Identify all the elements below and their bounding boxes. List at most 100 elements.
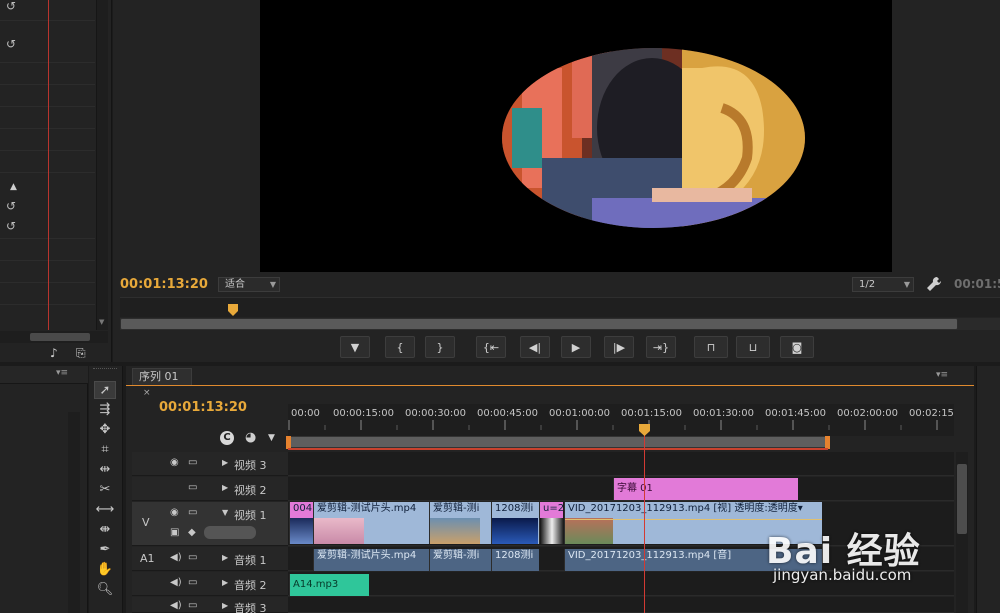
timeline-timecode[interactable]: 00:01:13:20 (159, 400, 247, 415)
ruler-label: 00:01:45:00 (765, 408, 827, 419)
speaker-icon[interactable]: ◀) (170, 577, 182, 588)
lock-icon[interactable]: ▭ (188, 600, 197, 611)
scroll-down-icon[interactable]: ▼ (99, 318, 104, 326)
zoom-select[interactable]: 适合 ▼ (218, 277, 280, 292)
snap-icon[interactable]: C (220, 431, 234, 445)
project-scrollbar[interactable] (68, 412, 80, 613)
triangle-up-icon[interactable]: ▲ (10, 182, 17, 192)
mark-in-button[interactable]: { (385, 336, 415, 358)
keyframe-nav[interactable] (204, 526, 256, 539)
razor-tool-icon[interactable]: ✂ (94, 481, 116, 499)
monitor-zoom-scrollbar[interactable] (120, 318, 958, 330)
monitor-playhead[interactable] (228, 304, 238, 316)
track-header-v1[interactable]: V ◉ ▭ ▼ 视频 1 ▣ ◆ (132, 502, 288, 546)
wrench-icon[interactable] (926, 276, 942, 292)
watermark-url: jingyan.baidu.com (773, 566, 912, 584)
resolution-select[interactable]: 1/2 ▼ (852, 277, 914, 292)
program-timecode[interactable]: 00:01:13:20 (120, 277, 208, 292)
export-frame-button[interactable]: ◙ (780, 336, 814, 358)
playhead-handle[interactable] (639, 424, 650, 436)
rate-stretch-tool-icon[interactable]: ⇹ (94, 461, 116, 479)
step-back-button[interactable]: ◀| (520, 336, 550, 358)
speaker-icon[interactable]: ◀) (170, 552, 182, 563)
slip-tool-icon[interactable]: ⟷ (94, 501, 116, 519)
undo-icon[interactable]: ↺ (6, 38, 20, 50)
expand-icon[interactable]: ▶ (222, 553, 228, 562)
pen-tool-icon[interactable]: ✒ (94, 541, 116, 559)
undo-icon[interactable]: ↺ (6, 0, 20, 12)
collapse-icon[interactable]: ▼ (222, 508, 228, 517)
close-icon[interactable]: × (143, 388, 151, 398)
audio-clip[interactable]: 爱剪辑-测i (429, 549, 491, 571)
audio-clip-mp3[interactable]: A14.mp3 (289, 574, 369, 596)
expand-icon[interactable]: ▶ (222, 483, 228, 492)
lock-icon[interactable]: ▭ (188, 482, 197, 493)
audio-clip[interactable]: 1208测i (491, 549, 539, 571)
work-area-bar[interactable] (288, 436, 828, 448)
add-marker-button[interactable]: ▼ (340, 336, 370, 358)
speaker-icon[interactable]: ◀) (170, 600, 182, 611)
display-style-icon[interactable]: ▣ (170, 527, 179, 538)
slide-tool-icon[interactable]: ⇼ (94, 521, 116, 539)
eye-icon[interactable]: ◉ (170, 457, 179, 468)
undo-icon[interactable]: ↺ (6, 220, 20, 232)
video-clip[interactable]: 爱剪辑-测i (429, 502, 491, 544)
video-clip[interactable]: 1208测i (491, 502, 539, 544)
hand-tool-icon[interactable]: ✋ (94, 561, 116, 579)
undo-icon[interactable]: ↺ (6, 200, 20, 212)
audio-note-icon[interactable]: ♪ (50, 346, 58, 360)
zoom-select-value: 适合 (225, 279, 245, 290)
history-scrollbar[interactable]: ▼ (96, 0, 108, 330)
track-header-a3[interactable]: ◀) ▭ ▶ 音频 3 (132, 597, 288, 613)
title-clip[interactable]: 字幕 01 (613, 478, 798, 500)
history-hscroll-thumb[interactable] (30, 333, 90, 341)
track-name: 音频 2 (234, 579, 267, 592)
lock-icon[interactable]: ▭ (188, 457, 197, 468)
zoom-tool-icon[interactable]: 🔍︎ (94, 581, 116, 599)
video-clip[interactable]: u=2 (539, 502, 563, 544)
audio-clip[interactable]: 爱剪辑-测试片头.mp4 (313, 549, 429, 571)
selection-tool-icon[interactable]: ➚ (94, 381, 116, 399)
mark-out-button[interactable]: } (425, 336, 455, 358)
lane-a3[interactable] (288, 597, 954, 613)
ripple-edit-tool-icon[interactable]: ✥ (94, 421, 116, 439)
target-label[interactable]: A1 (140, 552, 155, 565)
lock-icon[interactable]: ▭ (188, 577, 197, 588)
eye-icon[interactable]: ◉ (170, 507, 179, 518)
go-to-out-button[interactable]: ⇥} (646, 336, 676, 358)
ruler-label: 00:01:00:00 (549, 408, 611, 419)
track-name: 视频 3 (234, 459, 267, 472)
rolling-edit-tool-icon[interactable]: ⌗ (94, 441, 116, 459)
track-header-a1[interactable]: A1 ◀) ▭ ▶ 音频 1 (132, 547, 288, 571)
opacity-line[interactable] (565, 519, 822, 520)
track-header-v2[interactable]: ▭ ▶ 视频 2 (132, 477, 288, 501)
video-clip[interactable]: 004 (289, 502, 313, 544)
panel-menu-icon[interactable]: ▾≡ (56, 368, 68, 378)
tab-sequence-01[interactable]: 序列 01 × (132, 368, 192, 398)
extract-button[interactable]: ⊔ (736, 336, 770, 358)
expand-icon[interactable]: ▶ (222, 458, 228, 467)
play-button[interactable]: ▶ (561, 336, 591, 358)
go-to-in-button[interactable]: {⇤ (476, 336, 506, 358)
panel-menu-icon[interactable]: ▾≡ (936, 370, 948, 380)
add-marker-icon[interactable]: ▼ (268, 433, 275, 443)
target-label[interactable]: V (142, 516, 150, 529)
lift-button[interactable]: ⊓ (694, 336, 728, 358)
keyframe-icon[interactable]: ◆ (188, 527, 196, 538)
expand-icon[interactable]: ▶ (222, 601, 228, 610)
video-clip[interactable]: 爱剪辑-测试片头.mp4 (313, 502, 429, 544)
export-icon[interactable]: ⎘ (76, 346, 86, 361)
lock-icon[interactable]: ▭ (188, 552, 197, 563)
monitor-mini-timeline[interactable] (120, 297, 1000, 317)
lock-icon[interactable]: ▭ (188, 507, 197, 518)
render-bar (288, 448, 828, 450)
step-forward-button[interactable]: |▶ (604, 336, 634, 358)
timeline-vscroll-thumb[interactable] (957, 464, 967, 534)
lane-v3[interactable] (288, 452, 954, 476)
linked-selection-icon[interactable]: ◕ (245, 430, 256, 445)
history-playhead-line (48, 0, 49, 330)
expand-icon[interactable]: ▶ (222, 578, 228, 587)
track-header-a2[interactable]: ◀) ▭ ▶ 音频 2 (132, 572, 288, 596)
track-select-tool-icon[interactable]: ⇶ (94, 401, 116, 419)
track-header-v3[interactable]: ◉ ▭ ▶ 视频 3 (132, 452, 288, 476)
